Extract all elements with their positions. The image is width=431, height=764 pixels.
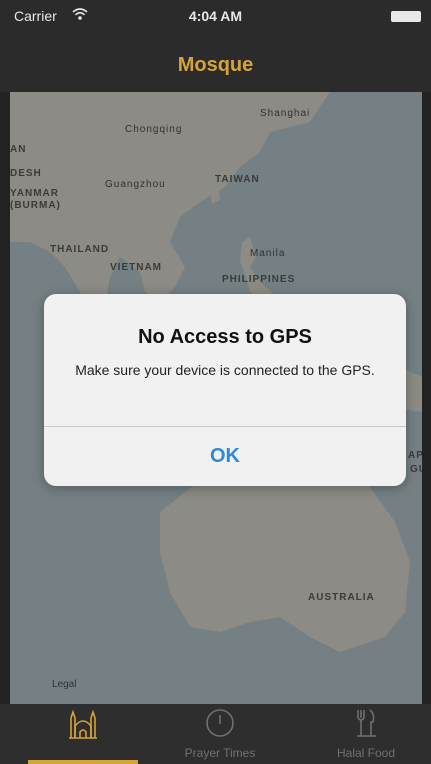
status-time: 4:04 AM bbox=[188, 8, 243, 24]
alert-message: Make sure your device is connected to th… bbox=[75, 362, 375, 378]
status-bar: Carrier 4:04 AM bbox=[0, 0, 431, 34]
battery-icon bbox=[391, 11, 421, 22]
tab-label-prayer-times: Prayer Times bbox=[184, 746, 256, 760]
alert-dialog: No Access to GPS Make sure your device i… bbox=[44, 294, 406, 486]
cutlery-icon bbox=[349, 706, 383, 740]
tab-mosque[interactable] bbox=[28, 704, 138, 764]
navigation-bar: Mosque bbox=[0, 34, 431, 92]
legal-link[interactable]: Legal bbox=[52, 679, 76, 690]
alert-title: No Access to GPS bbox=[138, 326, 312, 348]
clock-icon bbox=[203, 706, 237, 740]
page-title: Mosque bbox=[177, 54, 254, 76]
tab-label-halal-food: Halal Food bbox=[336, 746, 396, 760]
mosque-icon bbox=[66, 706, 100, 740]
tab-halal-food[interactable]: Halal Food bbox=[311, 704, 421, 764]
tab-bar: Prayer Times Halal Food bbox=[0, 704, 431, 764]
ok-button[interactable]: OK bbox=[44, 427, 406, 486]
tab-prayer-times[interactable]: Prayer Times bbox=[165, 704, 275, 764]
active-tab-indicator bbox=[28, 760, 138, 764]
